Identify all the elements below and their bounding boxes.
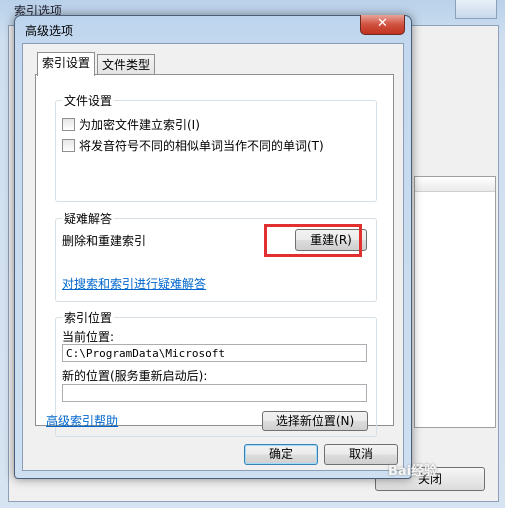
background-list-header bbox=[415, 177, 495, 192]
tab-file-types[interactable]: 文件类型 bbox=[97, 54, 156, 75]
dialog-client-area: 索引设置 文件类型 文件设置 为加密文件建立索引(I) 将发音符号不同的相似单词… bbox=[22, 43, 404, 471]
file-settings-title: 文件设置 bbox=[62, 92, 115, 109]
encrypt-checkbox-label: 为加密文件建立索引(I) bbox=[79, 118, 200, 132]
diacritics-checkbox[interactable] bbox=[62, 139, 75, 152]
new-location-label: 新的位置(服务重新启动后): bbox=[62, 369, 208, 383]
index-location-title: 索引位置 bbox=[62, 309, 115, 326]
advanced-options-dialog: 高级选项 ✕ 索引设置 文件类型 文件设置 为加密文件建立索引(I) 将发音符号… bbox=[14, 15, 412, 479]
new-location-field[interactable] bbox=[62, 384, 367, 402]
advanced-indexing-help-link[interactable]: 高级索引帮助 bbox=[46, 412, 118, 429]
tab-index-settings[interactable]: 索引设置 bbox=[37, 52, 96, 76]
encrypt-checkbox-row[interactable]: 为加密文件建立索引(I) bbox=[62, 116, 200, 133]
background-list bbox=[414, 176, 496, 428]
highlight-box bbox=[264, 224, 362, 257]
select-new-location-button[interactable]: 选择新位置(N) bbox=[262, 411, 368, 431]
background-close-icon[interactable] bbox=[455, 0, 497, 19]
rebuild-description: 删除和重建索引 bbox=[62, 234, 147, 248]
current-location-field[interactable]: C:\ProgramData\Microsoft bbox=[62, 344, 367, 362]
ok-button[interactable]: 确定 bbox=[244, 444, 318, 465]
dialog-title: 高级选项 bbox=[25, 24, 74, 38]
cancel-button[interactable]: 取消 bbox=[324, 444, 398, 465]
diacritics-checkbox-row[interactable]: 将发音符号不同的相似单词当作不同的单词(T) bbox=[62, 137, 324, 154]
troubleshoot-title: 疑难解答 bbox=[62, 210, 115, 227]
watermark: Bai经验 bbox=[388, 464, 438, 479]
encrypt-checkbox[interactable] bbox=[62, 118, 75, 131]
file-settings-group: 文件设置 为加密文件建立索引(I) 将发音符号不同的相似单词当作不同的单词(T) bbox=[55, 92, 377, 202]
close-icon[interactable]: ✕ bbox=[360, 15, 405, 35]
troubleshoot-link[interactable]: 对搜索和索引进行疑难解答 bbox=[62, 275, 206, 292]
current-location-label: 当前位置: bbox=[62, 330, 115, 344]
tab-page-index-settings: 文件设置 为加密文件建立索引(I) 将发音符号不同的相似单词当作不同的单词(T)… bbox=[35, 74, 394, 437]
diacritics-checkbox-label: 将发音符号不同的相似单词当作不同的单词(T) bbox=[79, 139, 324, 153]
